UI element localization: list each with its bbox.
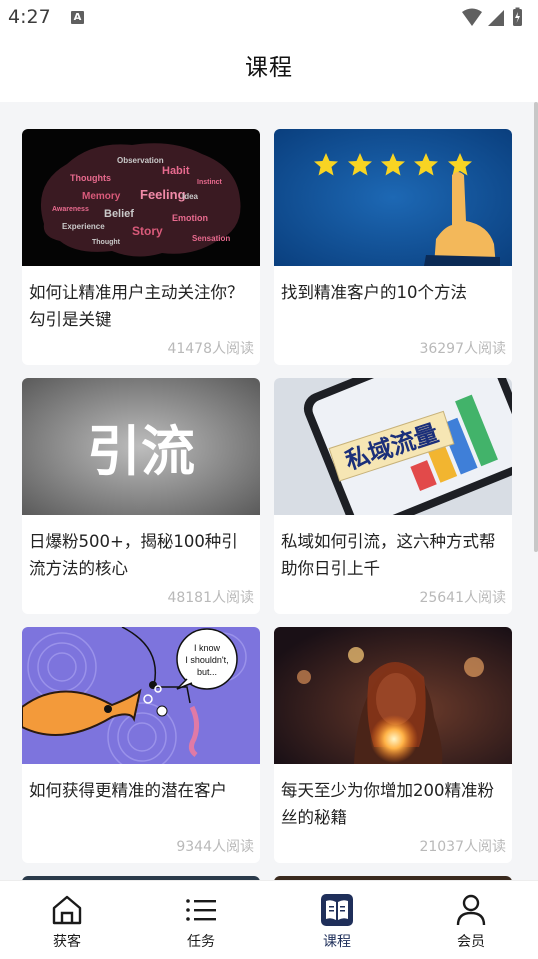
home-icon <box>52 895 82 925</box>
book-icon <box>321 894 353 926</box>
svg-text:Thought: Thought <box>92 239 121 246</box>
svg-text:I shouldn't,: I shouldn't, <box>185 655 228 665</box>
course-views: 48181人阅读 <box>167 590 254 606</box>
svg-text:Sensation: Sensation <box>192 234 230 243</box>
battery-icon <box>513 7 522 26</box>
svg-text:Story: Story <box>132 224 163 238</box>
nav-item-huoke[interactable]: 获客 <box>0 881 134 959</box>
nav-item-kecheng[interactable]: 课程 <box>270 881 404 959</box>
course-title: 日爆粉500+，揭秘100种引流方法的核心 <box>29 532 238 578</box>
status-time: 4:27 <box>8 6 51 28</box>
course-list[interactable]: Thoughts Observation Habit Memory Feelin… <box>0 102 538 880</box>
course-title: 找到精准客户的10个方法 <box>281 283 467 302</box>
svg-text:Feeling: Feeling <box>140 187 186 202</box>
list-icon <box>186 899 216 921</box>
nav-label: 任务 <box>187 934 215 950</box>
course-views: 21037人阅读 <box>419 839 506 855</box>
course-card[interactable]: 引流 日爆粉500+，揭秘100种引流方法的核心 48181人阅读 <box>22 378 260 614</box>
bottom-nav: 获客 任务 课程 会员 <box>0 880 538 958</box>
status-bar: 4:27 A <box>0 0 538 36</box>
course-views: 36297人阅读 <box>419 341 506 357</box>
svg-text:Idea: Idea <box>182 192 199 201</box>
page-title: 课程 <box>245 55 293 81</box>
svg-text:Emotion: Emotion <box>172 213 208 223</box>
nav-item-renwu[interactable]: 任务 <box>134 881 268 959</box>
course-card[interactable]: Thoughts Observation Habit Memory Feelin… <box>22 129 260 365</box>
svg-text:but...: but... <box>197 667 217 677</box>
course-card[interactable]: 每天至少为你增加200精准粉丝的秘籍 21037人阅读 <box>274 627 512 863</box>
notification-icon: A <box>71 11 84 24</box>
svg-text:Thoughts: Thoughts <box>70 173 111 183</box>
yinliu-text: 引流 <box>87 420 195 483</box>
svg-text:Awareness: Awareness <box>52 206 89 213</box>
course-thumbnail <box>274 627 512 764</box>
course-card[interactable]: 私域流量 私域如何引流，这六种方式帮助你日引上千 25641人阅读 <box>274 378 512 614</box>
nav-item-huiyuan[interactable]: 会员 <box>404 881 538 959</box>
header: 课程 <box>0 36 538 102</box>
course-thumbnail <box>274 129 512 266</box>
course-title: 每天至少为你增加200精准粉丝的秘籍 <box>281 781 494 827</box>
nav-label: 会员 <box>457 934 485 950</box>
course-views: 41478人阅读 <box>167 341 254 357</box>
course-title: 如何让精准用户主动关注你？勾引是关键 <box>29 283 244 329</box>
course-thumbnail: Thoughts Observation Habit Memory Feelin… <box>22 129 260 266</box>
svg-text:Memory: Memory <box>82 191 121 202</box>
course-card[interactable]: 找到精准客户的10个方法 36297人阅读 <box>274 129 512 365</box>
nav-label: 课程 <box>323 934 351 950</box>
person-icon <box>456 894 486 926</box>
course-title: 如何获得更精准的潜在客户 <box>29 781 227 800</box>
wifi-icon <box>462 8 482 26</box>
course-thumbnail: 引流 <box>22 378 260 515</box>
course-title: 私域如何引流，这六种方式帮助你日引上千 <box>281 532 496 578</box>
svg-text:I know: I know <box>194 643 221 653</box>
scrollbar[interactable] <box>534 102 538 552</box>
course-card[interactable]: I know I shouldn't, but... 如何获得更精准的潜在客户 … <box>22 627 260 863</box>
course-thumbnail: I know I shouldn't, but... <box>22 627 260 764</box>
course-thumbnail: 私域流量 <box>274 378 512 515</box>
system-status-icons <box>462 7 522 26</box>
course-views: 9344人阅读 <box>176 839 254 855</box>
course-views: 25641人阅读 <box>419 590 506 606</box>
signal-icon <box>488 10 504 26</box>
svg-text:Instinct: Instinct <box>197 179 223 186</box>
svg-text:Observation: Observation <box>117 156 164 165</box>
nav-label: 获客 <box>53 934 81 950</box>
svg-text:Habit: Habit <box>162 165 190 177</box>
svg-text:Belief: Belief <box>104 208 134 220</box>
svg-text:Experience: Experience <box>62 222 105 231</box>
